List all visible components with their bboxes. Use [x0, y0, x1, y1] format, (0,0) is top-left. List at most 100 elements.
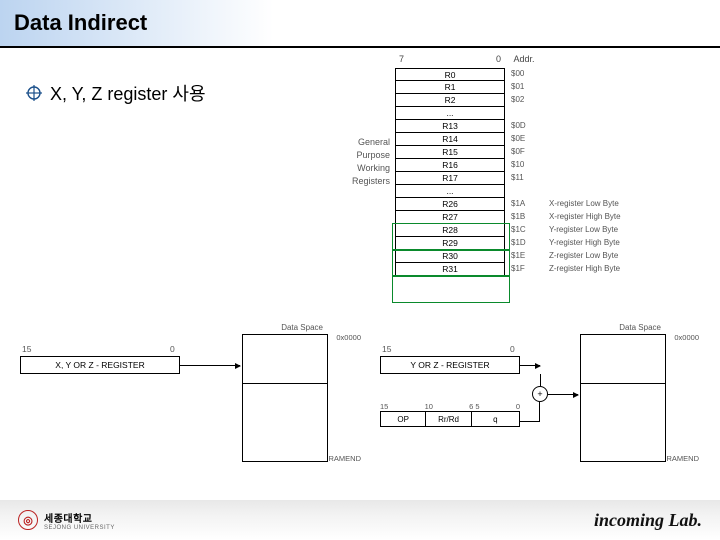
register-row: R29$1DY-register High Byte — [395, 237, 653, 250]
arrow-icon — [180, 365, 240, 366]
bit-label-65: 6 5 — [469, 402, 479, 411]
bit-label-0: 0 — [170, 344, 175, 354]
register-note — [543, 107, 653, 120]
register-name: R26 — [395, 198, 505, 211]
register-note — [543, 146, 653, 159]
connector-line — [540, 374, 541, 386]
addr-top: 0x0000 — [336, 333, 361, 342]
register-addr: $01 — [505, 81, 543, 94]
register-name: R28 — [395, 224, 505, 237]
register-row: R14$0E — [395, 133, 653, 146]
register-note: Z-register High Byte — [543, 263, 653, 276]
register-table: 7 0 Addr. R0$00R1$01R2$02...R13$0DR14$0E… — [395, 54, 653, 276]
register-addr: $0E — [505, 133, 543, 146]
arrow-icon — [520, 365, 540, 366]
content-area: X, Y, Z register 사용 General Purpose Work… — [0, 48, 720, 500]
register-row: R27$1BX-register High Byte — [395, 211, 653, 224]
register-addr — [505, 185, 543, 198]
register-addr: $1C — [505, 224, 543, 237]
register-addr: $1D — [505, 237, 543, 250]
bit-label-7: 7 — [399, 54, 404, 64]
register-row: R13$0D — [395, 120, 653, 133]
register-name: R16 — [395, 159, 505, 172]
bit-label-0: 0 — [496, 54, 501, 64]
register-row: R26$1AX-register Low Byte — [395, 198, 653, 211]
register-name: R15 — [395, 146, 505, 159]
register-name: ... — [395, 185, 505, 198]
register-addr: $00 — [505, 68, 543, 81]
register-name: R1 — [395, 81, 505, 94]
register-note: Y-register Low Byte — [543, 224, 653, 237]
bullet-item: X, Y, Z register 사용 — [26, 80, 206, 106]
yz-register-box: Y OR Z - REGISTER — [380, 356, 520, 374]
register-addr: $0D — [505, 120, 543, 133]
register-row: R0$00 — [395, 68, 653, 81]
q-field: q — [472, 412, 519, 426]
register-name: R31 — [395, 263, 505, 276]
register-row: ... — [395, 107, 653, 120]
opcode-box: OP Rr/Rd q — [380, 411, 520, 427]
register-addr: $1B — [505, 211, 543, 224]
lab-name: incoming Lab. — [594, 510, 702, 531]
university-name-kr: 세종대학교 — [44, 510, 115, 525]
register-note — [543, 120, 653, 133]
register-row: R17$11 — [395, 172, 653, 185]
university-logo-icon: ◎ — [18, 510, 38, 530]
register-row: R31$1FZ-register High Byte — [395, 263, 653, 276]
register-row: R2$02 — [395, 94, 653, 107]
adder-circle: + — [532, 386, 548, 402]
register-row: R15$0F — [395, 146, 653, 159]
register-row: R16$10 — [395, 159, 653, 172]
data-space-box: Data Space 0x0000 RAMEND — [242, 334, 328, 462]
footer-left: ◎ 세종대학교 SEJONG UNIVERSITY — [18, 510, 115, 531]
register-note — [543, 172, 653, 185]
data-space-box: Data Space 0x0000 RAMEND — [580, 334, 666, 462]
data-space-label: Data Space — [281, 323, 323, 332]
register-addr: $1A — [505, 198, 543, 211]
register-row: R1$01 — [395, 81, 653, 94]
addr-bottom: RAMEND — [328, 454, 361, 463]
register-name: R30 — [395, 250, 505, 263]
register-name: R0 — [395, 68, 505, 81]
title-bar: Data Indirect — [0, 0, 720, 48]
register-row: R30$1EZ-register Low Byte — [395, 250, 653, 263]
register-note — [543, 133, 653, 146]
bit-label-0: 0 — [510, 344, 515, 354]
register-side-label: General Purpose Working Registers — [338, 136, 390, 188]
register-note: Z-register Low Byte — [543, 250, 653, 263]
bit-label-15: 15 — [380, 402, 388, 411]
register-addr: $02 — [505, 94, 543, 107]
register-note: X-register High Byte — [543, 211, 653, 224]
register-note — [543, 68, 653, 81]
highlight-z-register — [392, 275, 510, 303]
register-name: R17 — [395, 172, 505, 185]
register-note: X-register Low Byte — [543, 198, 653, 211]
register-addr: $10 — [505, 159, 543, 172]
bit-label-10: 10 — [425, 402, 433, 411]
register-row: ... — [395, 185, 653, 198]
bullet-text: X, Y, Z register 사용 — [50, 80, 206, 106]
university-name-en: SEJONG UNIVERSITY — [44, 525, 115, 531]
register-name: R2 — [395, 94, 505, 107]
bit-label-15: 15 — [22, 344, 31, 354]
register-addr: $1F — [505, 263, 543, 276]
data-space-label: Data Space — [619, 323, 661, 332]
arrow-icon — [548, 394, 578, 395]
register-addr: $0F — [505, 146, 543, 159]
register-note — [543, 159, 653, 172]
register-header: 7 0 Addr. — [395, 54, 653, 68]
register-row: R28$1CY-register Low Byte — [395, 224, 653, 237]
register-note — [543, 185, 653, 198]
register-name: R13 — [395, 120, 505, 133]
addr-label: Addr. — [505, 54, 543, 68]
footer: ◎ 세종대학교 SEJONG UNIVERSITY incoming Lab. — [0, 500, 720, 540]
register-note: Y-register High Byte — [543, 237, 653, 250]
register-note — [543, 81, 653, 94]
register-name: ... — [395, 107, 505, 120]
addr-bottom: RAMEND — [666, 454, 699, 463]
bit-label-15: 15 — [382, 344, 391, 354]
register-addr: $11 — [505, 172, 543, 185]
xyz-register-box: X, Y OR Z - REGISTER — [20, 356, 180, 374]
lower-diagrams: 15 0 X, Y OR Z - REGISTER Data Space 0x0… — [0, 344, 720, 504]
addr-top: 0x0000 — [674, 333, 699, 342]
